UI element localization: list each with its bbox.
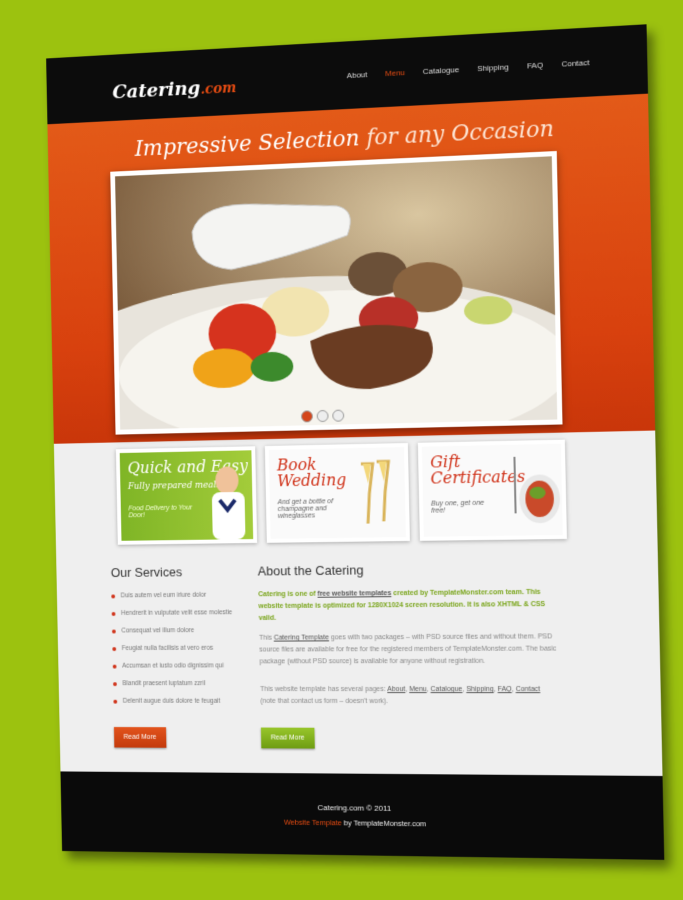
nav-contact[interactable]: Contact [561, 58, 589, 69]
page-link-menu[interactable]: Menu [409, 686, 427, 693]
list-item[interactable]: Consequat vel illum dolore [112, 627, 275, 635]
banner-quick-easy[interactable]: Quick and Easy Fully prepared meals Food… [115, 446, 258, 545]
tagline-sub: for any Occasion [359, 116, 555, 152]
services-section: Our Services Duis autem vel eum iriure d… [110, 564, 277, 748]
nav-catalogue[interactable]: Catalogue [423, 65, 460, 76]
nav-faq[interactable]: FAQ [527, 61, 543, 71]
about-title: About the Catering [257, 562, 364, 579]
chef-figure [202, 466, 246, 540]
about-section: About the Catering Catering is one of fr… [258, 560, 556, 749]
hero-section: Impressive Selection for any Occasion [47, 93, 656, 444]
slide-dot-1[interactable] [301, 410, 313, 423]
page-link-faq[interactable]: FAQ [498, 686, 512, 693]
list-item[interactable]: Feugiat nulla facilisis at vero eros [112, 645, 275, 652]
page-link-about[interactable]: About [387, 686, 405, 693]
banner-subtitle: Buy one, get one free! [430, 499, 485, 515]
banner-gift-certificates[interactable]: Gift Certificates Buy one, get one free! [417, 439, 567, 541]
main-nav: About Menu Catalogue Shipping FAQ Contac… [347, 58, 590, 80]
about-paragraph-3: This website template has several pages:… [260, 686, 541, 706]
footer-credit: Website Template by TemplateMonster.com [283, 817, 427, 829]
footer: Catering.com © 2011 Website Template by … [60, 771, 665, 860]
logo-suffix: .com [200, 80, 237, 98]
about-paragraph-2: This Catering Template goes with two pac… [259, 633, 557, 666]
nav-menu[interactable]: Menu [385, 68, 405, 78]
tagline-main: Impressive Selection [134, 126, 360, 162]
website-template-link[interactable]: Website Template [284, 818, 342, 828]
banner-book-wedding[interactable]: Book Wedding And get a bottle of champagn… [264, 442, 410, 543]
slide-dot-3[interactable] [332, 409, 345, 422]
free-templates-link[interactable]: free website templates [317, 590, 391, 598]
banner-subtitle: And get a bottle of champagne and winegl… [277, 498, 334, 520]
site-logo[interactable]: Catering.com [112, 75, 236, 103]
page-link-shipping[interactable]: Shipping [466, 686, 494, 693]
nav-about[interactable]: About [347, 70, 368, 80]
services-title: Our Services [110, 564, 183, 580]
food-plate-image [115, 156, 558, 430]
hero-tagline: Impressive Selection for any Occasion [48, 112, 649, 166]
list-item[interactable]: Duis autem vel eum iriure dolor [111, 591, 274, 600]
list-item[interactable]: Blandit praesent luptatum zzril [113, 680, 276, 687]
footer-copyright: Catering.com © 2011 [317, 803, 392, 813]
about-lead: Catering is one of free website template… [258, 588, 546, 622]
slide-dots [301, 409, 345, 423]
services-list: Duis autem vel eum iriure dolor Hendreri… [111, 591, 276, 705]
list-item[interactable]: Delenit augue duis dolore te feugait [113, 698, 276, 705]
champagne-glasses-icon [351, 453, 402, 534]
salad-plate-icon [506, 452, 561, 524]
list-item[interactable]: Hendrerit in vulputate velit esse molest… [112, 609, 275, 617]
slideshow-frame [110, 150, 563, 435]
banner-subtitle: Food Delivery to Your Door! [128, 504, 193, 520]
catering-template-link[interactable]: Catering Template [274, 634, 329, 641]
services-read-more-button[interactable]: Read More [113, 727, 167, 748]
banner-title: Book Wedding [276, 454, 347, 491]
about-read-more-button[interactable]: Read More [260, 727, 315, 749]
webpage-mockup: Catering.com About Menu Catalogue Shippi… [46, 24, 665, 860]
page-link-catalogue[interactable]: Catalogue [430, 686, 462, 693]
logo-name: Catering [112, 77, 201, 104]
nav-shipping[interactable]: Shipping [477, 62, 509, 73]
list-item[interactable]: Accumsan et iusto odio dignissim qui [113, 662, 276, 669]
page-link-contact[interactable]: Contact [516, 686, 541, 693]
slide-dot-2[interactable] [316, 409, 329, 423]
